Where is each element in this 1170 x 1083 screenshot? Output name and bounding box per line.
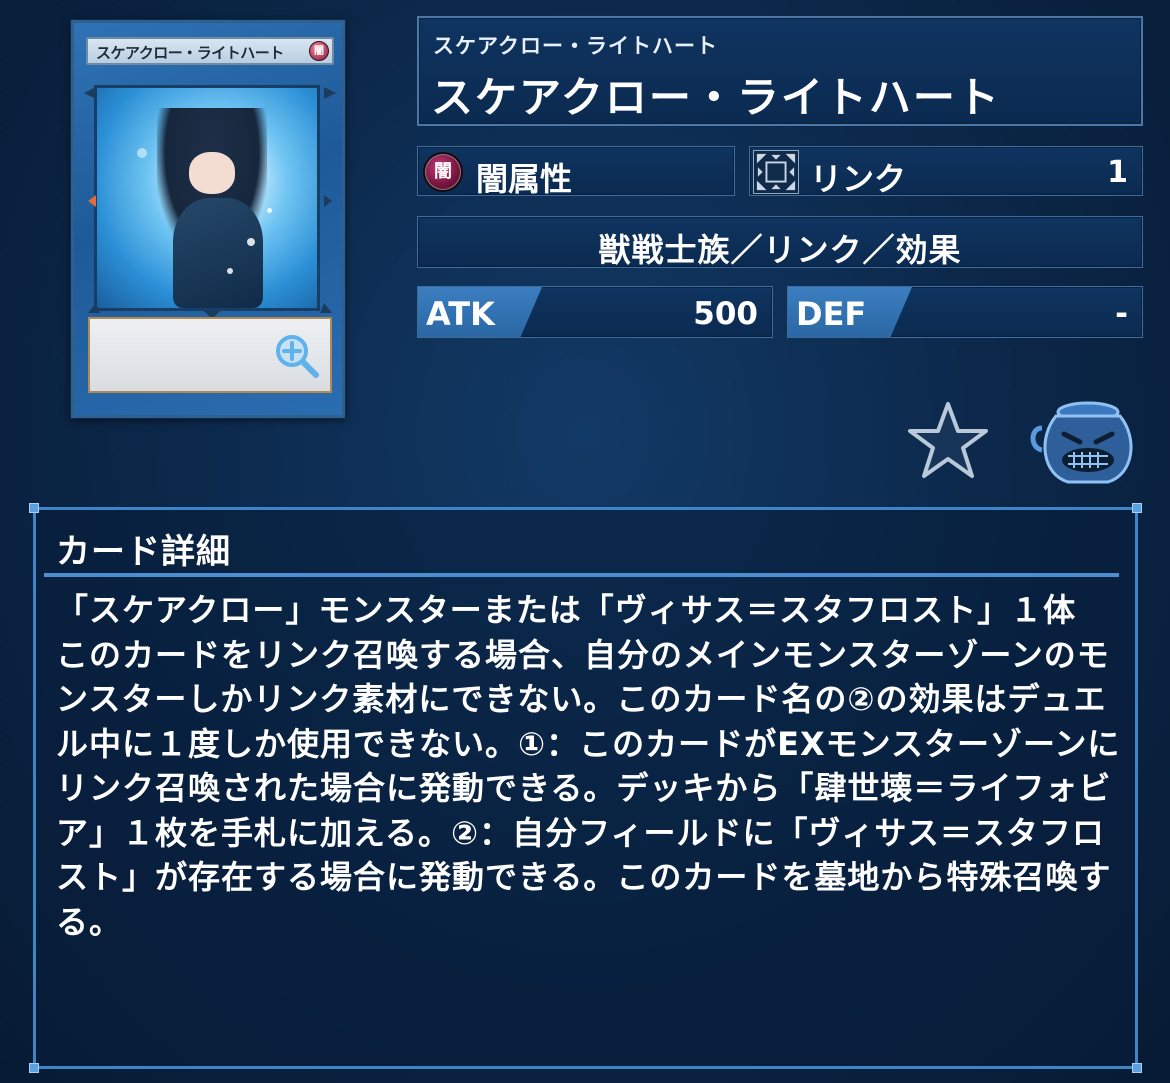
dark-attribute-icon: 闇	[423, 152, 463, 192]
card-effect-text: 「スケアクロー」モンスターまたは「ヴィサス＝スタフロスト」１体 このカードをリン…	[56, 591, 1121, 941]
def-label: DEF	[796, 295, 867, 333]
card-details-box[interactable]: カード詳細 「スケアクロー」モンスターまたは「ヴィサス＝スタフロスト」１体 この…	[29, 503, 1142, 1073]
link-rating: 1	[1107, 155, 1128, 190]
pot-of-greed-icon[interactable]	[1028, 398, 1140, 486]
card-text-box	[88, 317, 332, 393]
type-panel: 獣戦士族／リンク／効果	[417, 216, 1143, 269]
corner-marker	[29, 503, 39, 513]
card-image[interactable]: スケアクロー・ライトハート 闇	[71, 20, 345, 418]
link-label: リンク	[810, 160, 907, 198]
attribute-label: 闇属性	[476, 160, 573, 198]
atk-value: 500	[693, 296, 758, 332]
magnify-plus-icon[interactable]	[274, 333, 320, 379]
type-line: 獣戦士族／リンク／効果	[598, 231, 962, 269]
link-arrows-icon	[753, 150, 799, 194]
def-value: -	[1115, 296, 1128, 332]
corner-marker	[1132, 503, 1142, 513]
card-name-title: スケアクロー・ライトハート	[431, 73, 1001, 122]
def-panel: DEF -	[787, 286, 1143, 338]
attribute-panel: 闇 闇属性	[417, 146, 735, 198]
details-divider	[44, 573, 1119, 577]
details-title: カード詳細	[56, 532, 231, 572]
link-panel: リンク 1	[749, 146, 1143, 198]
card-name-ruby: スケアクロー・ライトハート	[433, 34, 718, 58]
star-icon[interactable]	[906, 400, 990, 480]
card-title-panel: スケアクロー・ライトハート スケアクロー・ライトハート	[417, 16, 1143, 126]
corner-marker	[1132, 1063, 1142, 1073]
atk-panel: ATK 500	[417, 286, 773, 338]
corner-marker	[29, 1063, 39, 1073]
atk-label: ATK	[426, 295, 495, 333]
